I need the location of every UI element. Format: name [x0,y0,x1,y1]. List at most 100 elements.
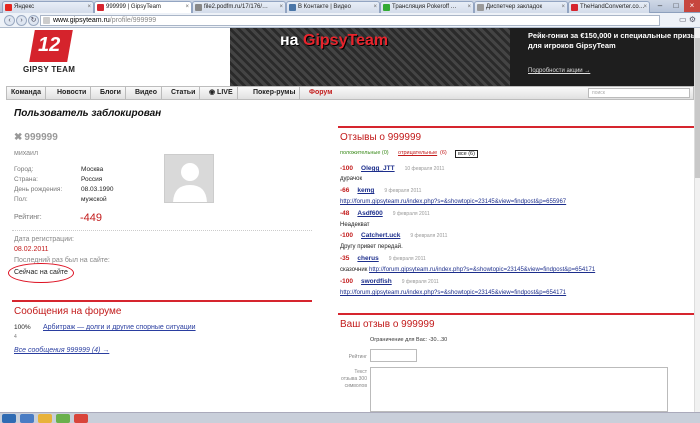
review-item: -66 kemg 9 февраля 2011 [340,187,421,194]
section-divider [12,300,312,302]
review-author-link[interactable]: swordfish [361,278,392,285]
toolbar-icons: ▭ ⚙ [679,15,696,24]
review-date: 9 февраля 2011 [388,256,426,262]
url-input[interactable]: www.gipsyteam.ru/profile/999999 [40,15,660,26]
tab-yandex[interactable]: Яндекс × [2,1,94,13]
menu-item-articles[interactable]: Статьи [167,87,201,99]
section-divider [338,126,694,128]
username-text: 999999 [24,132,58,143]
close-tab-icon[interactable]: × [185,2,189,13]
review-score: -100 [340,232,354,239]
tab-label: В Контакте | Видео [298,4,351,10]
field-value: Россия [81,176,103,183]
close-tab-icon[interactable]: × [87,2,91,13]
maximize-icon[interactable]: □ [668,0,684,12]
page-favicon-icon [571,4,578,11]
menu-item-live[interactable]: ◉ LIVE [205,87,238,99]
tab-handconverter[interactable]: TheHandConverter.co… × [568,1,650,13]
field-label: Страна: [14,176,38,183]
tab-gipsyteam[interactable]: 999999 | GipsyTeam × [94,1,192,13]
reload-icon[interactable]: ↻ [28,15,39,26]
start-icon[interactable] [2,414,16,423]
close-tab-icon[interactable]: × [467,2,471,13]
close-tab-icon[interactable]: × [279,2,283,13]
page-menu-icon[interactable]: ▭ [679,15,687,24]
tab-label: Диспетчер закладок [486,4,543,10]
review-item: -100 Catchert.uck 9 февраля 2011 [340,232,447,239]
forward-icon[interactable]: › [16,15,27,26]
review-score: -100 [340,165,354,172]
review-author-link[interactable]: cherus [357,255,378,262]
wrench-icon[interactable]: ⚙ [689,15,696,24]
real-name: михаил [14,150,39,157]
address-bar: ‹ › ↻ www.gipsyteam.ru/profile/999999 ▭ … [0,13,700,28]
star-icon [477,4,484,11]
tab-all[interactable]: все (6) [455,150,478,158]
menu-item-forum[interactable]: Форум [305,87,336,99]
review-link[interactable]: http://forum.gipsyteam.ru/index.php?s=&s… [369,267,595,273]
menu-item-poker-rooms[interactable]: Покер-румы [249,87,301,99]
gipsyteam-logo[interactable]: 12 GIPSY TEAM [12,30,92,76]
promo-details-link[interactable]: Подробности акции → [528,68,590,74]
field-gender: Пол: мужской [14,196,107,203]
field-label: День рождения: [14,186,63,193]
back-icon[interactable]: ‹ [4,15,15,26]
minimize-icon[interactable]: – [652,0,668,12]
all-messages-link[interactable]: Все сообщения 999999 (4) → [14,347,109,354]
review-score: -66 [340,187,350,194]
review-date: 10 февраля 2011 [404,166,445,172]
review-link[interactable]: http://forum.gipsyteam.ru/index.php?s=&s… [340,290,566,296]
tab-positive[interactable]: положительные (0) [340,150,389,156]
os-taskbar [0,412,700,423]
close-tab-icon[interactable]: × [643,2,647,13]
scrollbar-thumb[interactable] [695,38,700,178]
search-input[interactable]: поиск [588,88,690,98]
review-item: -48 Asdf600 9 февраля 2011 [340,210,430,217]
tab-label: file2.podfm.ru/17/176/… [204,4,269,10]
tab-bookmarks[interactable]: Диспетчер закладок × [474,1,568,13]
main-menu: Команда Новости Блоги Видео Статьи ◉ LIV… [6,86,694,100]
taskbar-app-icon[interactable] [38,414,52,423]
review-score: -100 [340,278,354,285]
review-text: дурачок [340,176,363,182]
close-tab-icon[interactable]: × [561,2,565,13]
review-date: 9 февраля 2011 [384,188,422,194]
menu-item-news[interactable]: Новости [53,87,92,99]
tab-podfm[interactable]: file2.podfm.ru/17/176/… × [192,1,286,13]
url-path: /profile/999999 [109,17,157,24]
tab-label: TheHandConverter.co… [580,4,645,10]
blocked-x-icon: ✖ [14,132,23,143]
review-textarea[interactable] [370,367,668,412]
tab-negative-count: (6) [440,150,447,156]
menu-item-team[interactable]: Команда [7,87,46,99]
rating-value: -449 [80,212,103,224]
menu-item-blogs[interactable]: Блоги [96,87,126,99]
tab-vkontakte[interactable]: В Контакте | Видео × [286,1,380,13]
field-label: Город: [14,166,34,173]
review-link[interactable]: http://forum.gipsyteam.ru/index.php?s=&s… [340,199,566,205]
close-tab-icon[interactable]: × [373,2,377,13]
field-birthday: День рождения: 08.03.1990 [14,186,114,193]
taskbar-app-icon[interactable] [74,414,88,423]
tab-all-label: все [458,151,467,157]
taskbar-app-icon[interactable] [56,414,70,423]
page-favicon-icon [383,4,390,11]
close-window-icon[interactable]: × [684,0,700,12]
tab-pokeroff[interactable]: Трансляция Pokeroff … × [380,1,474,13]
review-author-link[interactable]: Catchert.uck [361,232,400,239]
registration-date: 08.02.2011 [14,246,49,253]
taskbar-app-icon[interactable] [20,414,34,423]
rating-input[interactable] [370,349,417,362]
scrollbar[interactable] [694,28,700,423]
review-author-link[interactable]: Olegg_JTT [361,165,395,172]
field-value: 08.03.1990 [81,186,114,193]
review-author-link[interactable]: kemg [357,187,374,194]
section-divider [338,313,694,315]
review-author-link[interactable]: Asdf600 [357,210,382,217]
forum-topic-link[interactable]: Арбитраж — долги и другие спорные ситуац… [43,324,196,331]
review-text: Неадекват [340,222,370,228]
field-label: Пол: [14,196,28,203]
menu-item-video[interactable]: Видео [131,87,162,99]
field-value: Москва [81,166,104,173]
tab-negative[interactable]: отрицательные [398,150,437,156]
